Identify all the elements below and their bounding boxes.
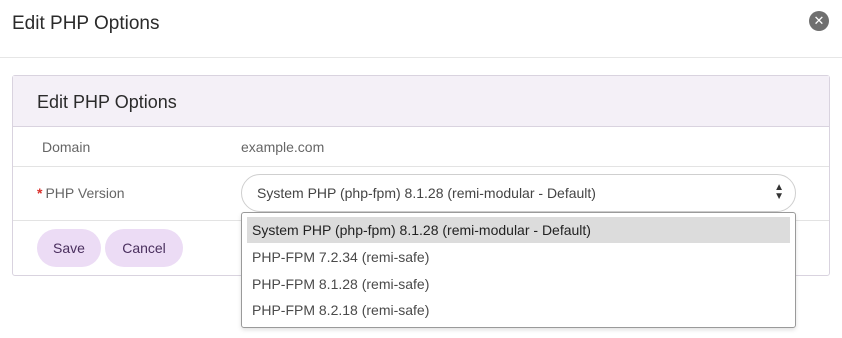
php-version-select[interactable]: System PHP (php-fpm) 8.1.28 (remi-modula…: [241, 174, 796, 212]
php-version-label: PHP Version: [45, 185, 125, 201]
save-button[interactable]: Save: [37, 229, 101, 267]
domain-row: Domain example.com: [13, 127, 829, 167]
updown-caret-icon: ▲ ▼: [774, 182, 784, 202]
panel-header: Edit PHP Options: [13, 76, 829, 127]
domain-value: example.com: [241, 139, 325, 155]
cancel-button[interactable]: Cancel: [105, 229, 183, 267]
php-version-label-wrap: * PHP Version: [37, 185, 125, 201]
modal-title: Edit PHP Options: [12, 13, 160, 34]
dropdown-option[interactable]: PHP-FPM 8.2.18 (remi-safe): [247, 297, 790, 323]
dropdown-option[interactable]: PHP-FPM 8.1.28 (remi-safe): [247, 271, 790, 297]
php-version-dropdown-list: System PHP (php-fpm) 8.1.28 (remi-modula…: [241, 212, 796, 328]
dropdown-option[interactable]: System PHP (php-fpm) 8.1.28 (remi-modula…: [247, 217, 790, 243]
panel-title: Edit PHP Options: [37, 92, 177, 112]
modal-header: Edit PHP Options ✕: [0, 0, 842, 58]
dropdown-option[interactable]: PHP-FPM 7.2.34 (remi-safe): [247, 244, 790, 270]
close-icon[interactable]: ✕: [809, 11, 829, 31]
required-marker: *: [37, 185, 43, 201]
php-version-selected-value: System PHP (php-fpm) 8.1.28 (remi-modula…: [257, 185, 596, 201]
domain-label: Domain: [42, 139, 91, 155]
